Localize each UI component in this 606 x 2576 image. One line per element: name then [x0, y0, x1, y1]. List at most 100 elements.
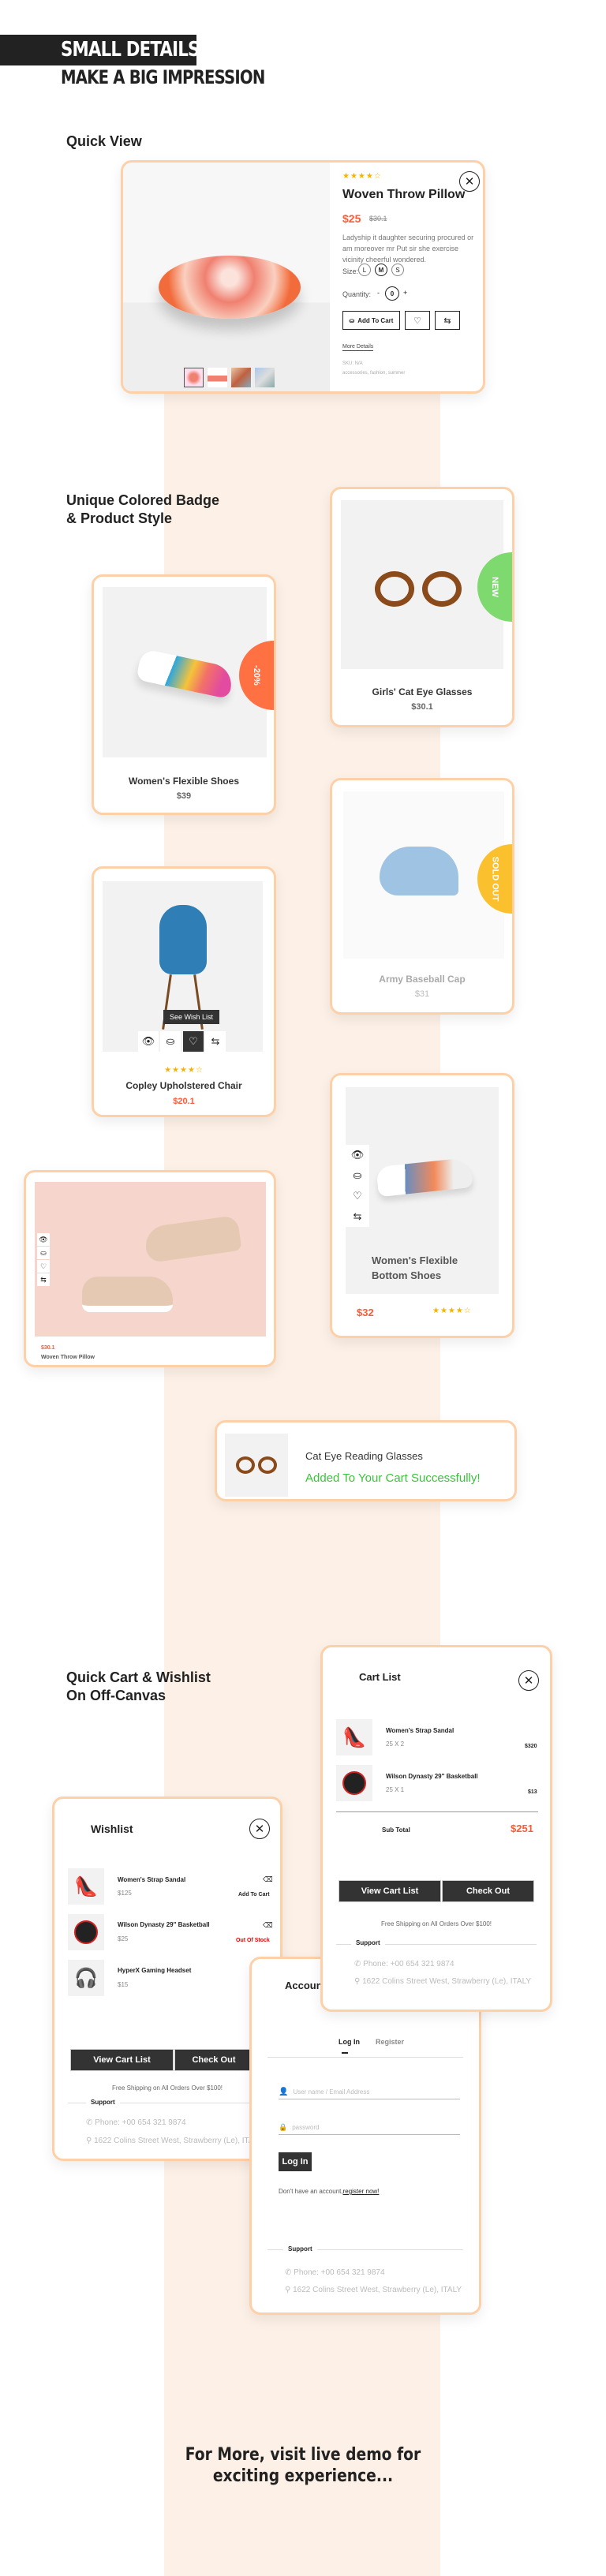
eye-icon: 👁	[141, 1035, 155, 1047]
sneaker-left	[82, 1277, 173, 1312]
product-title: Woven Throw Pillow	[342, 188, 466, 201]
glasses-lens-left	[375, 571, 414, 607]
size-option-l[interactable]: L	[358, 264, 371, 276]
support-title: Support	[86, 2099, 120, 2106]
product-name[interactable]: Girls' Cat Eye Glasses	[332, 686, 512, 697]
product-card-bottom-shoes[interactable]: Women's Flexible Bottom Shoes 👁 ⛀ ♡ ⇆ $3…	[330, 1073, 514, 1338]
sku-text: SKU: N/A	[342, 361, 363, 366]
basket-icon: ⛀	[166, 1035, 175, 1047]
product-card-cap[interactable]: SOLD OUT Army Baseball Cap $31	[330, 778, 514, 1015]
tab-register[interactable]: Register	[376, 2038, 404, 2046]
support-phone: ✆ Phone: +00 654 321 9874	[285, 2268, 385, 2277]
add-to-cart-button[interactable]: ⛀	[37, 1247, 50, 1259]
section-title-badges-line2: & Product Style	[66, 510, 173, 526]
close-button[interactable]: ✕	[518, 1670, 539, 1691]
wishlist-button[interactable]: ♡	[346, 1186, 369, 1206]
basketball-icon	[342, 1771, 366, 1795]
quantity-value[interactable]: 0	[385, 286, 399, 301]
compare-button[interactable]: ⇆	[346, 1206, 369, 1227]
username-field[interactable]: 👤 User name / Email Address	[279, 2085, 460, 2099]
no-account-text: Don't have an account,register now!	[279, 2188, 380, 2195]
item-qty: 25 X 1	[386, 1786, 405, 1793]
quick-view-button[interactable]: 👁	[346, 1145, 369, 1165]
more-details-link[interactable]: More Details	[342, 344, 374, 351]
quantity-minus[interactable]: -	[377, 289, 380, 297]
remove-icon[interactable]: ⌫	[263, 1875, 273, 1884]
subtotal-label: Sub Total	[382, 1826, 410, 1834]
view-cart-button[interactable]: View Cart List	[339, 1880, 441, 1902]
compare-button[interactable]: ⇆	[205, 1031, 226, 1052]
product-card-chair[interactable]: See Wish List 👁 ⛀ ♡ ⇆ ★★★★☆ Copley Uphol…	[92, 866, 276, 1117]
footer-line2: exciting experience...	[212, 2466, 394, 2486]
support-address: ⚲ 1622 Colins Street West, Strawberry (L…	[285, 2286, 462, 2294]
tab-login[interactable]: Log In	[339, 2038, 360, 2046]
wishlist-button[interactable]: ♡	[405, 311, 430, 330]
password-field[interactable]: 🔒 password	[279, 2121, 460, 2135]
thumbnail-4[interactable]	[255, 368, 275, 387]
cart-title: Cart List	[359, 1671, 401, 1683]
product-name[interactable]: Women's Flexible Bottom Shoes	[372, 1253, 490, 1283]
size-option-s[interactable]: S	[391, 264, 404, 276]
item-name[interactable]: Wilson Dynasty 29" Basketball	[118, 1921, 210, 1928]
checkout-button[interactable]: Check Out	[442, 1880, 534, 1902]
toast-product-name: Cat Eye Reading Glasses	[305, 1450, 423, 1462]
section-title-offcanvas-line1: Quick Cart & Wishlist	[66, 1669, 211, 1685]
lock-icon: 🔒	[279, 2123, 288, 2131]
wishlist-button[interactable]: ♡	[183, 1031, 204, 1052]
phone-icon: ✆	[86, 2118, 95, 2127]
heart-icon: ♡	[413, 316, 421, 326]
divider	[336, 1811, 538, 1812]
item-name[interactable]: HyperX Gaming Headset	[118, 1967, 191, 1974]
product-name[interactable]: Women's Flexible Shoes	[94, 776, 274, 787]
remove-icon[interactable]: ⌫	[263, 1921, 273, 1930]
checkout-button[interactable]: Check Out	[174, 2049, 253, 2071]
size-option-m[interactable]: M	[375, 264, 387, 276]
location-pin-icon: ⚲	[285, 2286, 294, 2294]
product-name[interactable]: Copley Upholstered Chair	[94, 1080, 274, 1091]
compare-icon: ⇆	[211, 1035, 220, 1047]
wishlist-button[interactable]: ♡	[37, 1260, 50, 1273]
password-placeholder: password	[292, 2124, 320, 2131]
eye-icon: 👁	[350, 1149, 365, 1161]
login-button[interactable]: Log In	[279, 2152, 312, 2171]
item-name[interactable]: Wilson Dynasty 29" Basketball	[386, 1773, 478, 1780]
product-name[interactable]: Woven Throw Pillow	[41, 1355, 95, 1360]
item-image	[68, 1914, 104, 1950]
product-name[interactable]: Army Baseball Cap	[332, 974, 512, 985]
chair-illustration	[159, 905, 207, 974]
register-link[interactable]: register now!	[343, 2188, 380, 2195]
add-to-cart-button[interactable]: ⛀ Add To Cart	[342, 311, 400, 330]
view-cart-button[interactable]: View Cart List	[70, 2049, 174, 2071]
add-to-cart-button[interactable]: ⛀	[160, 1031, 181, 1052]
close-button[interactable]: ✕	[249, 1819, 270, 1839]
item-image: 👠	[336, 1719, 372, 1755]
thumbnail-2[interactable]	[208, 368, 227, 387]
thumbnail-3[interactable]	[231, 368, 251, 387]
heart-icon: ♡	[189, 1035, 198, 1047]
item-name[interactable]: Women's Strap Sandal	[118, 1876, 185, 1883]
compare-button[interactable]: ⇆	[435, 311, 460, 330]
product-card-glasses[interactable]: NEW Girls' Cat Eye Glasses $30.1	[330, 487, 514, 727]
item-action[interactable]: Add To Cart	[238, 1892, 270, 1897]
quantity-plus[interactable]: +	[403, 289, 407, 297]
item-total: $13	[528, 1789, 537, 1795]
wishlist-panel: Wishlist ✕ 👠 Women's Strap Sandal $125 ⌫…	[52, 1796, 282, 2161]
product-card-sneakers[interactable]: 👁 ⛀ ♡ ⇆ $30.1 Woven Throw Pillow	[24, 1170, 276, 1367]
user-icon: 👤	[279, 2088, 289, 2096]
size-options: L M S	[358, 264, 404, 276]
item-price: $15	[118, 1981, 129, 1988]
heart-icon: ♡	[39, 1262, 47, 1270]
add-to-cart-button[interactable]: ⛀	[346, 1165, 369, 1186]
basket-icon: ⛀	[40, 1248, 47, 1257]
product-card-shoes[interactable]: -20% Women's Flexible Shoes $39	[92, 574, 276, 815]
item-name[interactable]: Women's Strap Sandal	[386, 1727, 454, 1734]
compare-icon: ⇆	[40, 1275, 47, 1284]
quick-view-button[interactable]: 👁	[138, 1031, 159, 1052]
item-image: 👠	[68, 1868, 104, 1905]
quick-view-button[interactable]: 👁	[37, 1233, 50, 1246]
item-image: 🎧	[68, 1960, 104, 1996]
product-price: $31	[414, 989, 430, 999]
thumbnail-1[interactable]	[184, 368, 204, 387]
compare-button[interactable]: ⇆	[37, 1273, 50, 1286]
free-shipping-text: Free Shipping on All Orders Over $100!	[380, 1920, 492, 1927]
